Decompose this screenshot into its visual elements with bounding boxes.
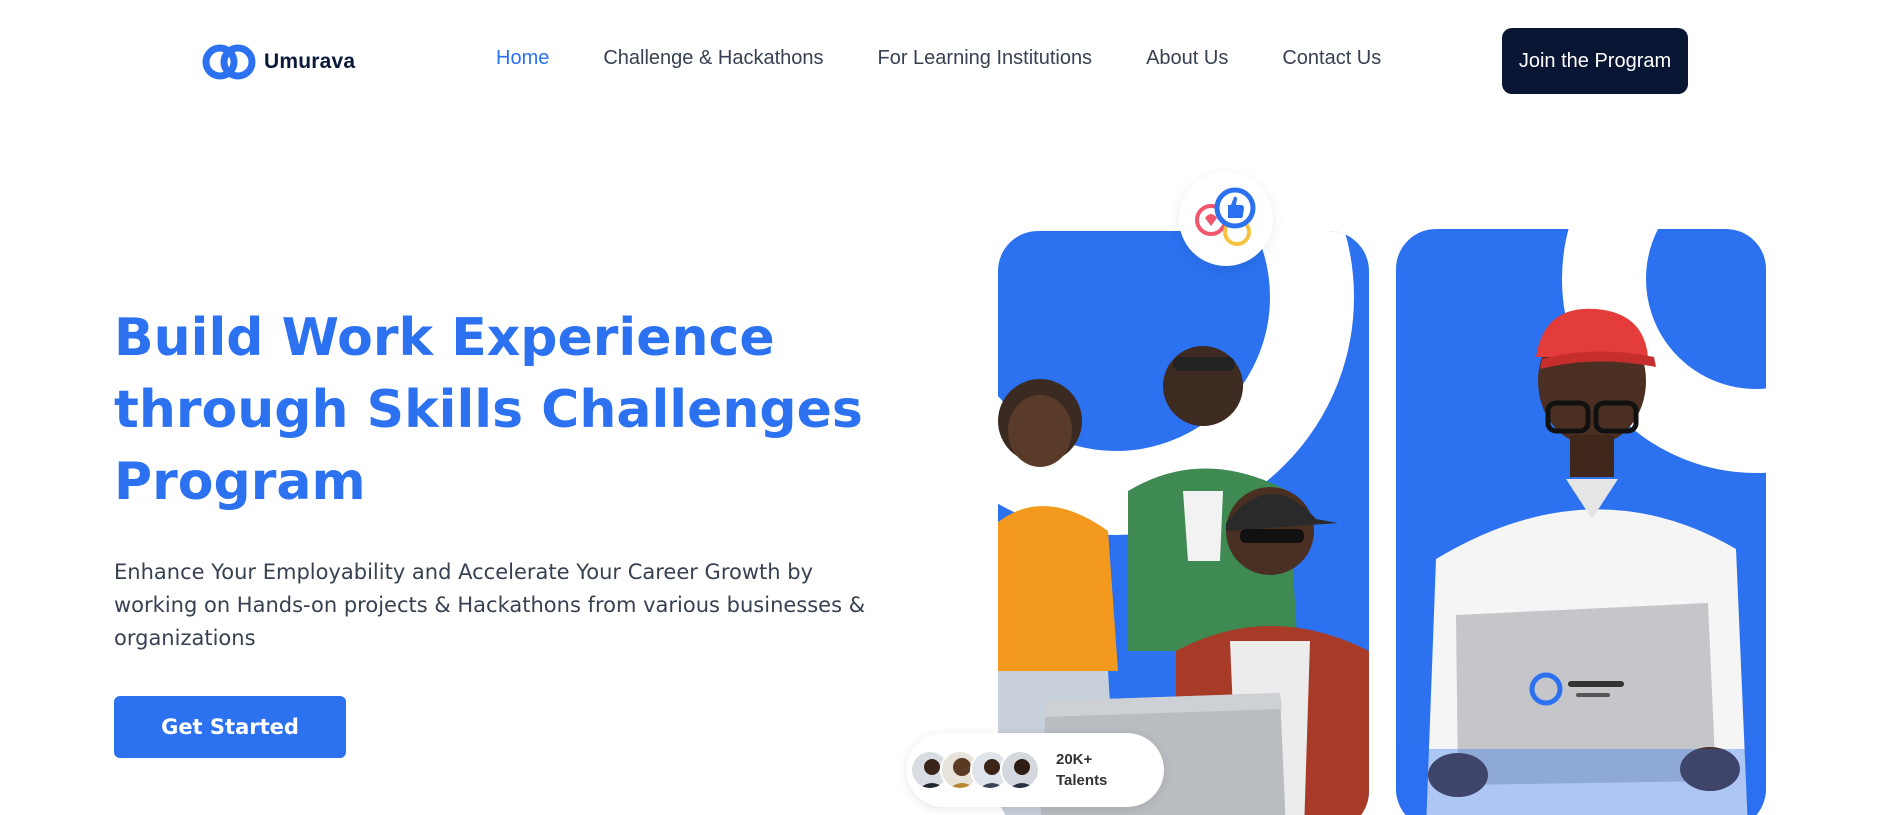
talents-label: Talents	[1056, 772, 1108, 789]
talents-count-label: 20K+ Talents	[1056, 749, 1107, 791]
brand-name: Umurava	[264, 50, 356, 73]
hero-title-line: Program	[114, 452, 366, 512]
nav-link-challenges[interactable]: Challenge & Hackathons	[603, 47, 823, 70]
main-nav: Home Challenge & Hackathons For Learning…	[496, 47, 1381, 70]
hero-subtitle: Enhance Your Employability and Accelerat…	[114, 560, 866, 650]
nav-link-about[interactable]: About Us	[1146, 47, 1228, 70]
get-started-button[interactable]: Get Started	[114, 696, 346, 758]
nav-link-home[interactable]: Home	[496, 47, 549, 70]
hero-title: Build Work Experience through Skills Cha…	[114, 302, 874, 518]
chain-link-icon	[202, 44, 256, 80]
social-reactions-icon	[1179, 172, 1273, 266]
talents-count: 20K+	[1056, 751, 1093, 768]
hero-title-line: through Skills Challenges	[114, 380, 863, 440]
hero-title-line: Build Work Experience	[114, 308, 775, 368]
brand-logo[interactable]: Umurava	[202, 42, 355, 82]
nav-link-learning-institutions[interactable]: For Learning Institutions	[878, 47, 1093, 70]
avatar-group	[910, 750, 1040, 790]
group-of-students-photo	[998, 231, 1369, 815]
top-navbar: Umurava Home Challenge & Hackathons For …	[0, 0, 1887, 122]
avatar	[1000, 750, 1040, 790]
nav-link-contact[interactable]: Contact Us	[1282, 47, 1381, 70]
join-program-button[interactable]: Join the Program	[1502, 28, 1688, 94]
student-with-laptop-photo	[1396, 229, 1766, 815]
talents-badge: 20K+ Talents	[906, 733, 1164, 807]
